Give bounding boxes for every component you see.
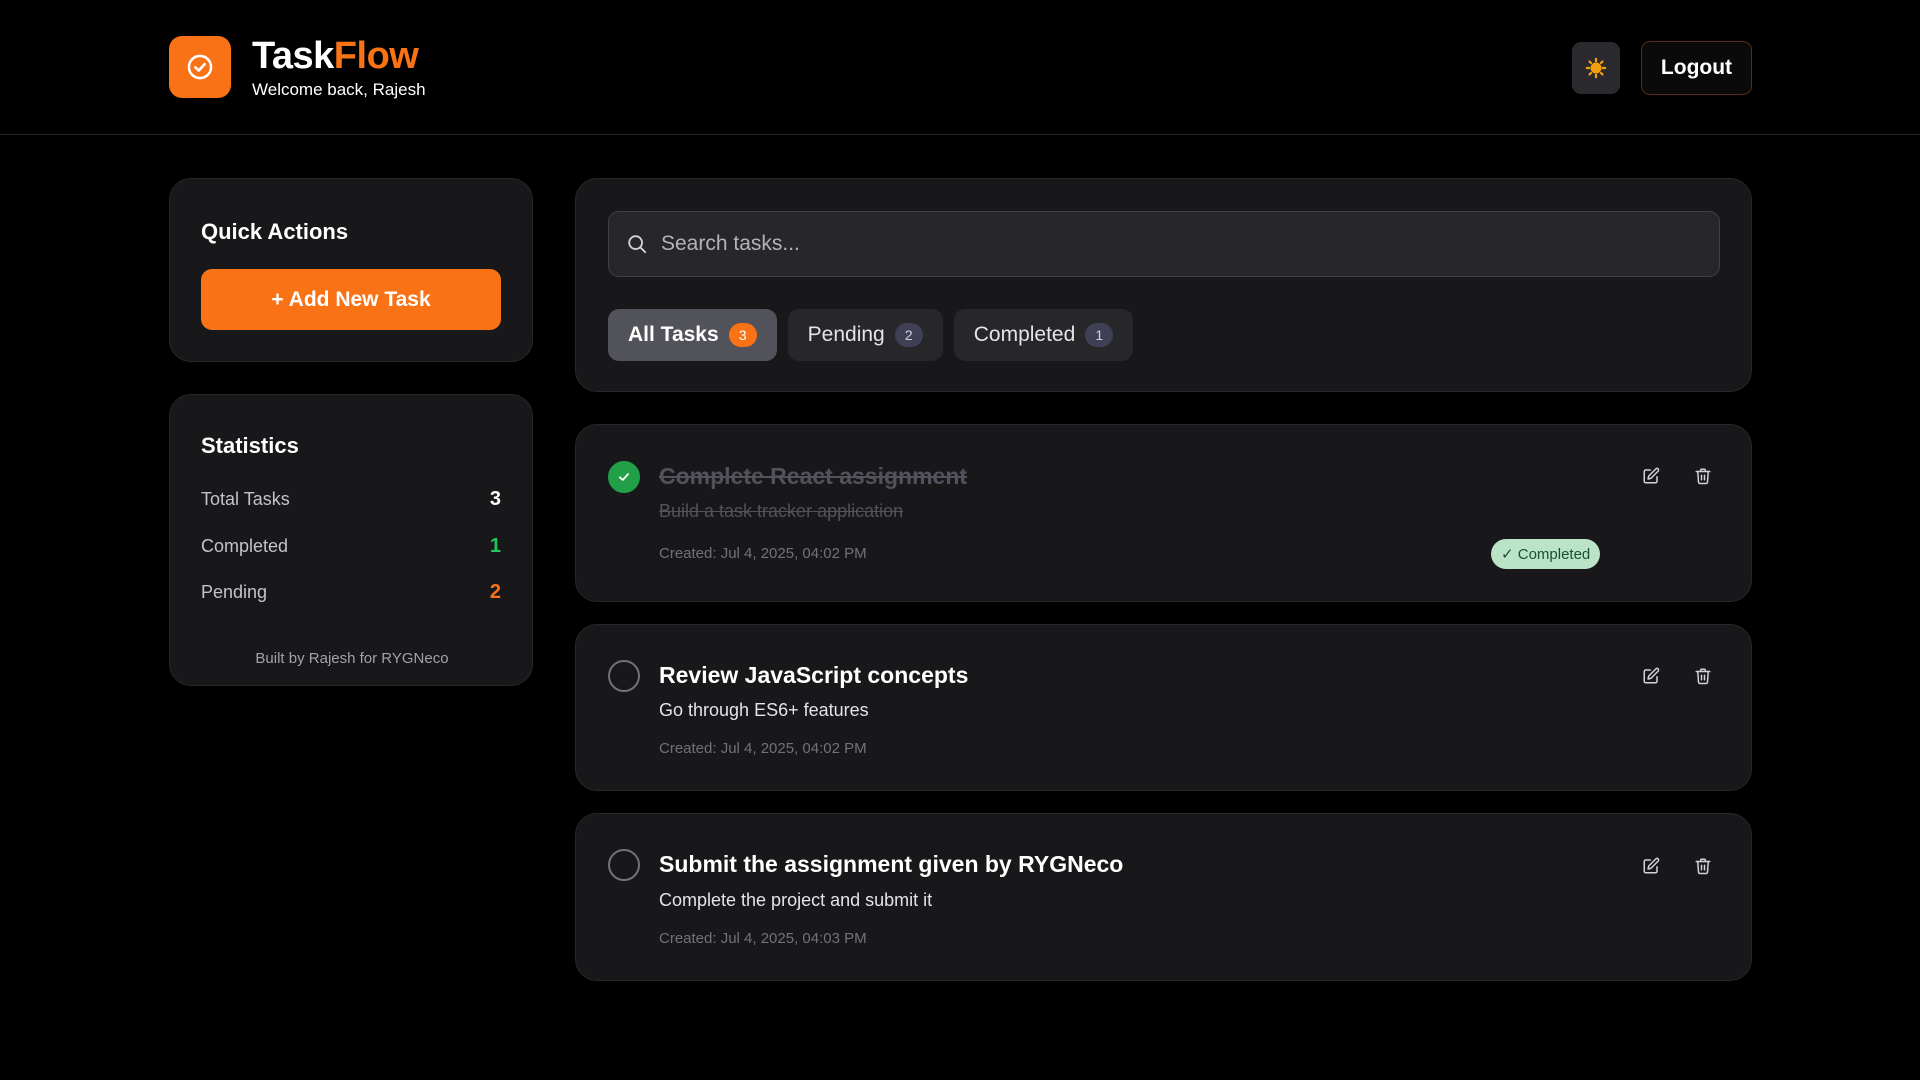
task-description: Build a task tracker application: [659, 501, 904, 521]
stat-row-completed: Completed 1: [201, 535, 501, 558]
stat-value: 3: [489, 488, 501, 510]
edit-task-button[interactable]: [1637, 462, 1665, 490]
delete-task-button[interactable]: [1689, 852, 1717, 880]
task-complete-toggle[interactable]: [608, 849, 640, 881]
task-card: Complete React assignment Build a task t…: [575, 424, 1752, 602]
brand-part-1: Task: [252, 35, 334, 77]
edit-task-button[interactable]: [1637, 852, 1665, 880]
logout-button[interactable]: Logout: [1641, 41, 1752, 95]
edit-icon: [1643, 667, 1660, 684]
task-created-date: Created: Jul 4, 2025, 04:02 PM: [659, 545, 867, 562]
task-created-date: Created: Jul 4, 2025, 04:02 PM: [659, 740, 867, 757]
edit-task-button[interactable]: [1637, 662, 1665, 690]
quick-actions-card: Quick Actions + Add New Task: [169, 178, 533, 362]
stat-label: Total Tasks: [201, 489, 290, 509]
task-complete-toggle[interactable]: [608, 461, 640, 493]
stat-label: Pending: [201, 582, 268, 602]
search-input[interactable]: [661, 232, 1661, 256]
task-card: Submit the assignment given by RYGNeco C…: [575, 813, 1752, 981]
stat-value: 2: [489, 581, 501, 603]
sun-icon: [1585, 57, 1607, 79]
filter-label: Completed: [973, 323, 1076, 346]
edit-icon: [1643, 857, 1660, 874]
edit-icon: [1643, 467, 1660, 484]
search-icon: [625, 232, 649, 256]
check-icon: [619, 473, 629, 481]
app-title: TaskFlow: [252, 34, 426, 78]
delete-task-button[interactable]: [1689, 662, 1717, 690]
task-title: Complete React assignment: [659, 463, 968, 489]
filter-tab-all[interactable]: All Tasks 3: [608, 309, 777, 361]
task-description: Go through ES6+ features: [659, 700, 869, 720]
filter-label: All Tasks: [628, 323, 719, 346]
trash-icon: [1695, 858, 1711, 875]
filter-tab-completed[interactable]: Completed 1: [953, 309, 1134, 361]
task-title: Submit the assignment given by RYGNeco: [659, 851, 1124, 877]
trash-icon: [1695, 468, 1711, 485]
quick-actions-title: Quick Actions: [201, 219, 349, 244]
search-box: [608, 211, 1720, 277]
delete-task-button[interactable]: [1689, 462, 1717, 490]
task-title: Review JavaScript concepts: [659, 662, 969, 688]
task-complete-toggle[interactable]: [608, 660, 640, 692]
filter-tabs: All Tasks 3 Pending 2 Completed 1: [608, 309, 1134, 361]
welcome-text: Welcome back, Rajesh: [252, 80, 426, 99]
brand-part-2: Flow: [333, 35, 419, 77]
built-by-note: Built by Rajesh for RYGNeco: [255, 650, 449, 667]
task-description: Complete the project and submit it: [659, 890, 933, 910]
stat-row-pending: Pending 2: [201, 581, 501, 604]
filter-label: Pending: [807, 323, 885, 346]
filter-tab-pending[interactable]: Pending 2: [787, 309, 943, 361]
app-header: TaskFlow Welcome back, Rajesh Logout: [0, 0, 1920, 135]
add-task-button[interactable]: + Add New Task: [201, 269, 501, 330]
filter-count-badge: 2: [894, 323, 923, 347]
theme-toggle-button[interactable]: [1572, 42, 1620, 94]
search-filter-card: All Tasks 3 Pending 2 Completed 1: [575, 178, 1752, 392]
stat-value: 1: [489, 535, 501, 557]
statistics-title: Statistics: [201, 433, 299, 458]
stat-label: Completed: [201, 536, 289, 556]
task-created-date: Created: Jul 4, 2025, 04:03 PM: [659, 930, 867, 947]
logo: [169, 36, 231, 98]
task-card: Review JavaScript concepts Go through ES…: [575, 624, 1752, 791]
filter-count-badge: 3: [728, 323, 757, 347]
filter-count-badge: 1: [1085, 323, 1114, 347]
brand: TaskFlow Welcome back, Rajesh: [252, 34, 426, 100]
check-circle-icon: [187, 54, 213, 80]
status-badge: ✓ Completed: [1491, 539, 1601, 569]
trash-icon: [1695, 668, 1711, 685]
stat-row-total: Total Tasks 3: [201, 488, 501, 511]
statistics-card: Statistics Total Tasks 3 Completed 1 Pen…: [169, 394, 533, 686]
